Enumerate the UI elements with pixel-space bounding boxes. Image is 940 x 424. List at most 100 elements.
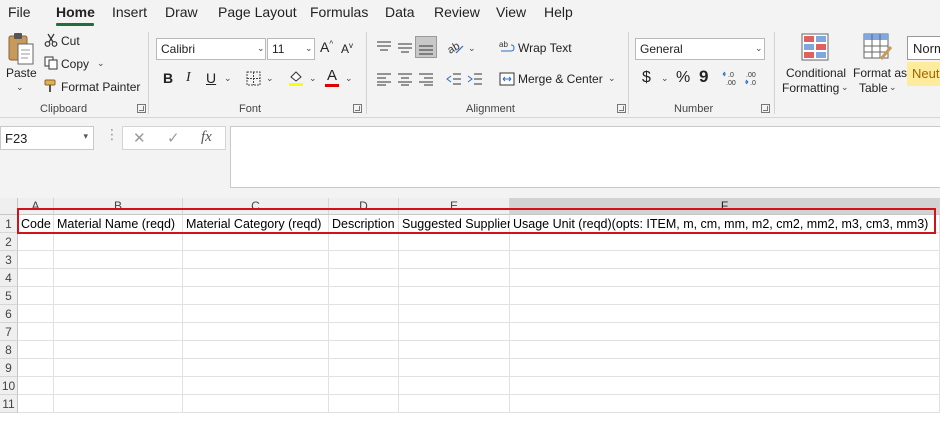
- cell-bg-b6[interactable]: [54, 305, 183, 323]
- row-header-6[interactable]: 6: [0, 305, 18, 323]
- insert-function-icon[interactable]: fx: [201, 129, 212, 146]
- font-name-dropdown-icon[interactable]: ⌄: [257, 43, 265, 54]
- conditional-formatting-dropdown-icon[interactable]: ⌄: [841, 82, 849, 93]
- tab-view[interactable]: View: [496, 4, 526, 20]
- column-header-f[interactable]: F: [510, 198, 940, 215]
- row-header-2[interactable]: 2: [0, 233, 18, 251]
- bold-button[interactable]: B: [163, 70, 173, 86]
- cell-bg-e4[interactable]: [399, 269, 510, 287]
- row-header-4[interactable]: 4: [0, 269, 18, 287]
- row-header-3[interactable]: 3: [0, 251, 18, 269]
- cell-a1[interactable]: Code: [18, 215, 54, 233]
- cell-bg-c11[interactable]: [183, 395, 329, 413]
- decrease-decimal-icon[interactable]: .00 .0: [744, 70, 762, 86]
- align-left-icon[interactable]: [376, 72, 392, 86]
- cell-bg-d7[interactable]: [329, 323, 399, 341]
- comma-style-button[interactable]: 9: [699, 67, 708, 87]
- font-color-icon[interactable]: A: [327, 67, 337, 84]
- increase-decimal-icon[interactable]: .0 .00: [722, 70, 740, 86]
- wrap-text-button[interactable]: Wrap Text: [518, 41, 572, 55]
- format-painter-button[interactable]: Format Painter: [61, 80, 140, 94]
- name-box[interactable]: F23 ▾: [0, 126, 94, 150]
- italic-button[interactable]: I: [186, 70, 191, 86]
- cell-bg-d11[interactable]: [329, 395, 399, 413]
- tab-file[interactable]: File: [8, 4, 31, 20]
- tab-help[interactable]: Help: [544, 4, 573, 20]
- cell-bg-a10[interactable]: [18, 377, 54, 395]
- row-header-10[interactable]: 10: [0, 377, 18, 395]
- cut-button[interactable]: Cut: [61, 34, 80, 48]
- cell-bg-e2[interactable]: [399, 233, 510, 251]
- cell-bg-c7[interactable]: [183, 323, 329, 341]
- cell-bg-f2[interactable]: [510, 233, 940, 251]
- cell-bg-a7[interactable]: [18, 323, 54, 341]
- conditional-formatting-button[interactable]: Conditional: [786, 66, 846, 80]
- format-as-table-button[interactable]: Format as: [853, 66, 907, 80]
- cancel-icon[interactable]: ✕: [133, 129, 146, 147]
- number-dialog-launcher[interactable]: [761, 104, 770, 113]
- merge-center-button[interactable]: Merge & Center: [518, 72, 603, 86]
- cell-bg-b11[interactable]: [54, 395, 183, 413]
- cell-bg-f9[interactable]: [510, 359, 940, 377]
- paste-dropdown-icon[interactable]: ⌄: [16, 82, 24, 93]
- cell-bg-f5[interactable]: [510, 287, 940, 305]
- font-name-select[interactable]: Calibri: [156, 38, 266, 60]
- tab-page-layout[interactable]: Page Layout: [218, 4, 297, 20]
- row-header-11[interactable]: 11: [0, 395, 18, 413]
- paste-icon[interactable]: [7, 32, 35, 66]
- cell-bg-c5[interactable]: [183, 287, 329, 305]
- conditional-formatting-icon[interactable]: [801, 33, 829, 61]
- cell-d1[interactable]: Description: [329, 215, 399, 233]
- cell-bg-a2[interactable]: [18, 233, 54, 251]
- percent-button[interactable]: %: [676, 69, 690, 87]
- cell-bg-b4[interactable]: [54, 269, 183, 287]
- top-align-icon[interactable]: [376, 40, 392, 54]
- cell-bg-b2[interactable]: [54, 233, 183, 251]
- cell-bg-b7[interactable]: [54, 323, 183, 341]
- copy-button[interactable]: Copy: [61, 57, 89, 71]
- column-header-c[interactable]: C: [183, 198, 329, 215]
- cell-bg-a8[interactable]: [18, 341, 54, 359]
- font-dialog-launcher[interactable]: [353, 104, 362, 113]
- column-header-d[interactable]: D: [329, 198, 399, 215]
- wrap-text-icon[interactable]: ab: [499, 39, 515, 55]
- formula-input[interactable]: [230, 126, 940, 188]
- number-format-dropdown-icon[interactable]: ⌄: [755, 43, 763, 54]
- fill-color-icon[interactable]: [288, 69, 304, 87]
- increase-indent-icon[interactable]: [467, 72, 483, 86]
- cell-bg-a6[interactable]: [18, 305, 54, 323]
- borders-dropdown-icon[interactable]: ⌄: [266, 73, 274, 84]
- column-header-a[interactable]: A: [18, 198, 54, 215]
- cell-bg-d9[interactable]: [329, 359, 399, 377]
- tab-review[interactable]: Review: [434, 4, 480, 20]
- row-header-8[interactable]: 8: [0, 341, 18, 359]
- tab-draw[interactable]: Draw: [165, 4, 198, 20]
- cell-c1[interactable]: Material Category (reqd): [183, 215, 329, 233]
- cell-bg-a11[interactable]: [18, 395, 54, 413]
- formula-bar-grip-icon[interactable]: ⋮: [105, 126, 119, 143]
- cell-bg-e6[interactable]: [399, 305, 510, 323]
- cell-e1[interactable]: Suggested Supplier: [399, 215, 510, 233]
- cell-bg-a3[interactable]: [18, 251, 54, 269]
- cell-bg-d4[interactable]: [329, 269, 399, 287]
- cell-bg-a9[interactable]: [18, 359, 54, 377]
- orientation-dropdown-icon[interactable]: ⌄: [468, 43, 476, 54]
- cell-bg-d6[interactable]: [329, 305, 399, 323]
- cell-f1[interactable]: Usage Unit (reqd)(opts: ITEM, m, cm, mm,…: [510, 215, 935, 233]
- cell-bg-b8[interactable]: [54, 341, 183, 359]
- cell-bg-e3[interactable]: [399, 251, 510, 269]
- cell-bg-d5[interactable]: [329, 287, 399, 305]
- font-color-dropdown-icon[interactable]: ⌄: [345, 73, 353, 84]
- cell-bg-f4[interactable]: [510, 269, 940, 287]
- currency-button[interactable]: $: [642, 69, 651, 87]
- merge-center-dropdown-icon[interactable]: ⌄: [608, 73, 616, 84]
- copy-icon[interactable]: [44, 56, 58, 70]
- alignment-dialog-launcher[interactable]: [617, 104, 626, 113]
- cell-bg-c9[interactable]: [183, 359, 329, 377]
- decrease-font-size-icon[interactable]: Av: [341, 41, 353, 56]
- cell-bg-c4[interactable]: [183, 269, 329, 287]
- format-as-table-dropdown-icon[interactable]: ⌄: [889, 82, 897, 93]
- underline-button[interactable]: U: [206, 70, 216, 86]
- cell-bg-f10[interactable]: [510, 377, 940, 395]
- middle-align-icon[interactable]: [397, 40, 413, 54]
